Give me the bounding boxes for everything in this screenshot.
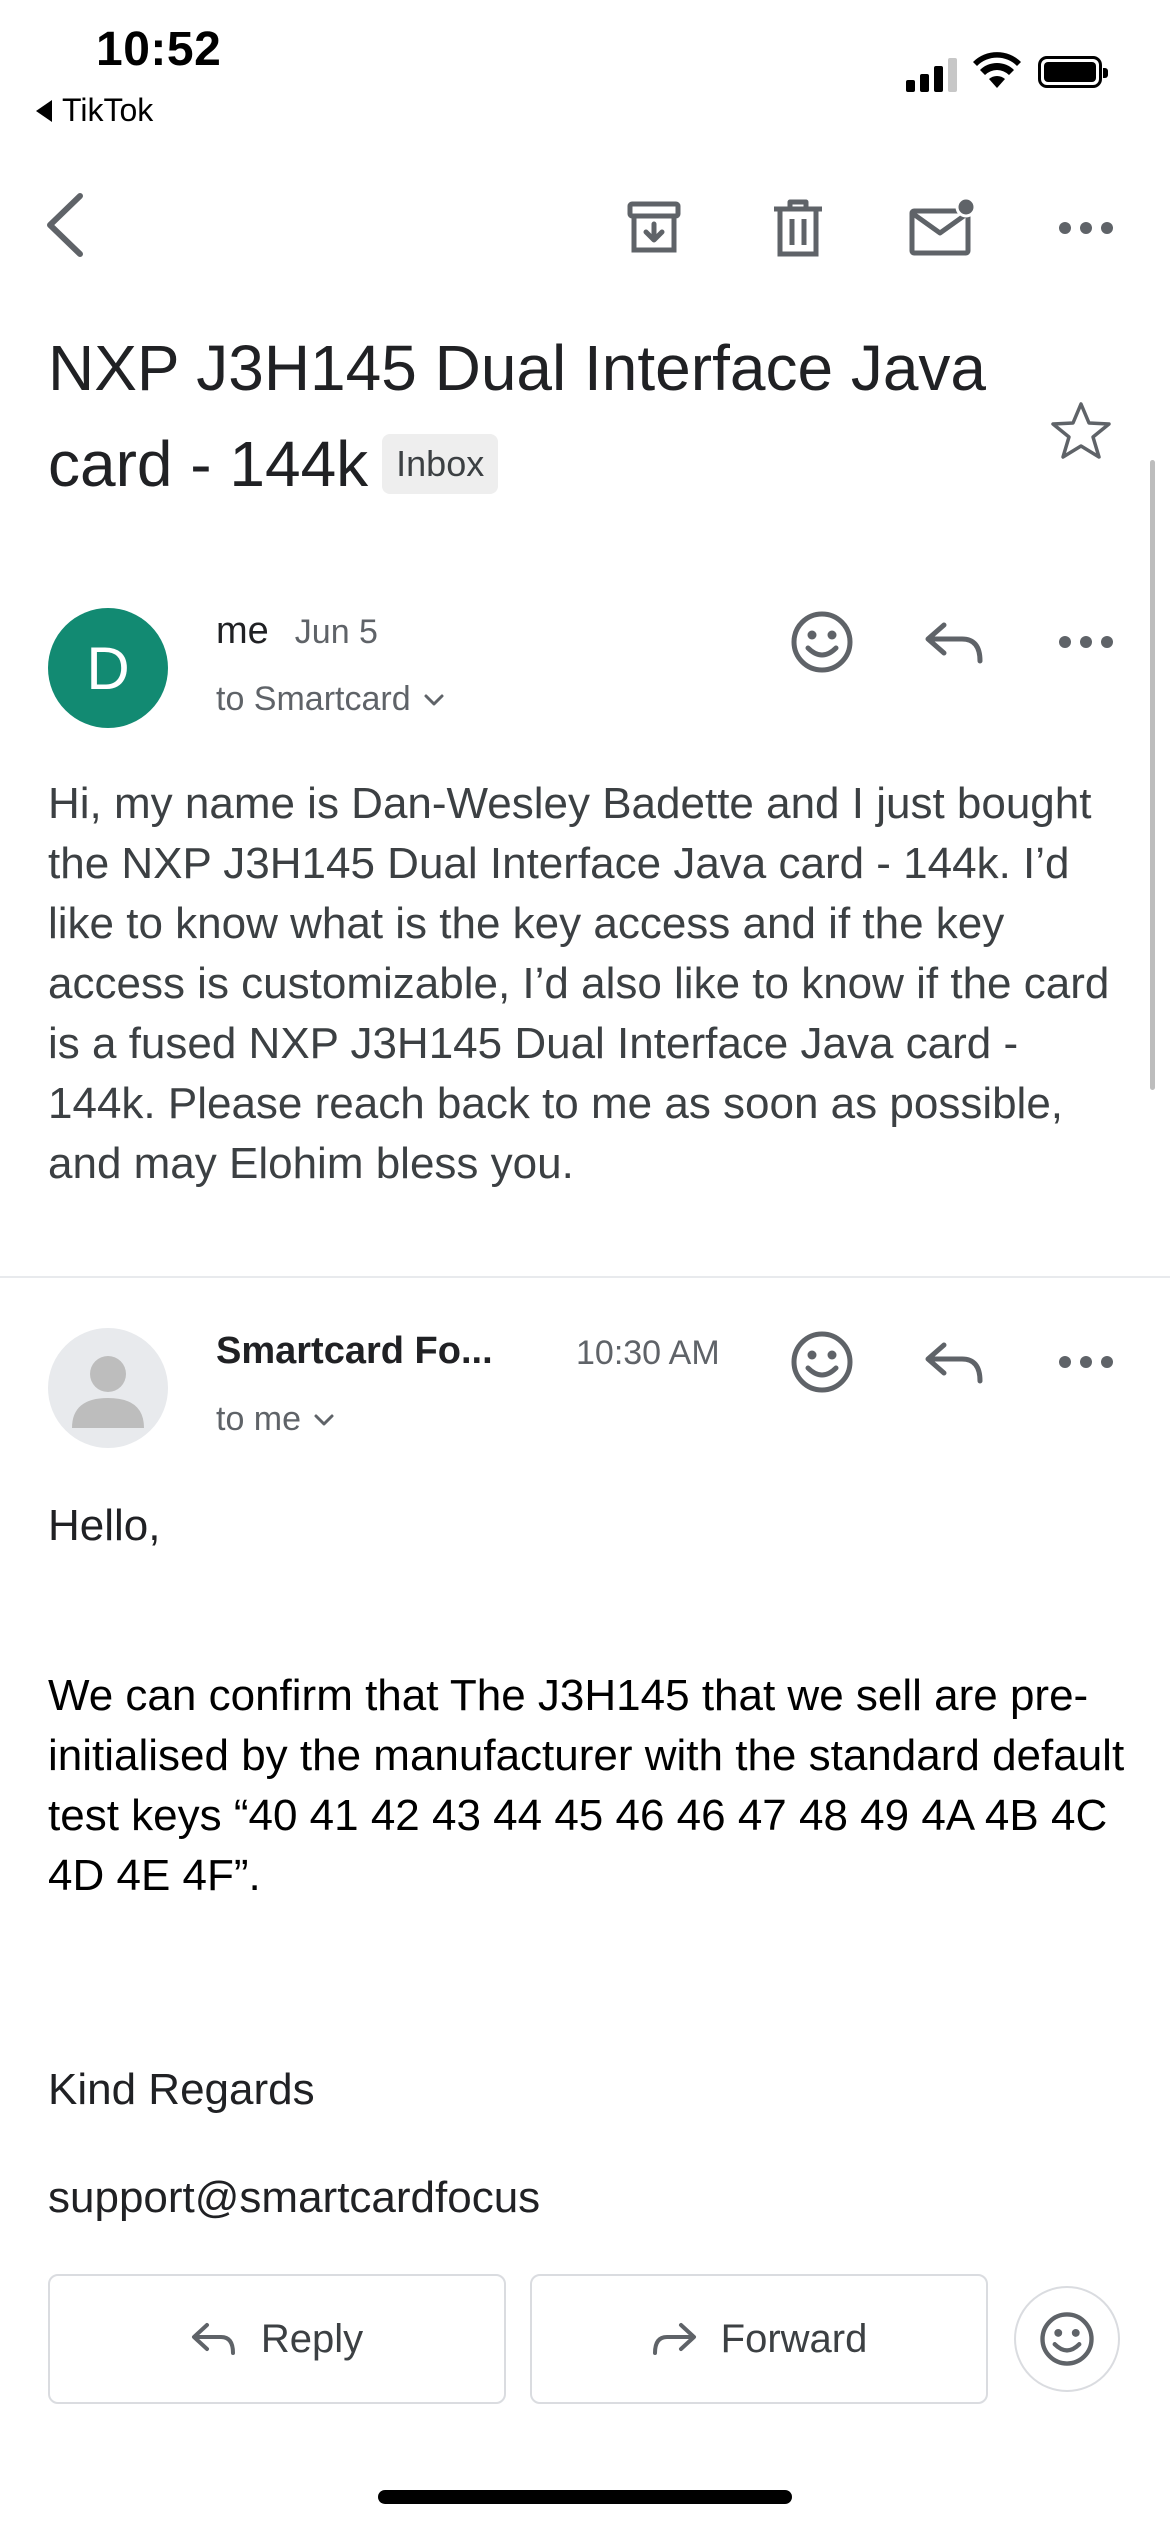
email-subject: NXP J3H145 Dual Interface Java card - 14… [48,320,1008,512]
more-horizontal-icon [1059,636,1113,648]
scrollbar[interactable] [1150,460,1155,1090]
smiley-icon [791,1331,853,1393]
subject-line-1: NXP J3H145 Dual Interface Java [48,332,986,404]
mark-unread-icon [909,197,977,256]
person-placeholder-icon [72,1356,144,1428]
trash-icon [774,199,822,257]
subject-line-2: card - 144k [48,428,369,500]
message-divider [0,1276,1170,1278]
mark-unread-button[interactable] [898,186,988,270]
wifi-icon [973,52,1021,88]
message-more-button[interactable] [1044,1320,1128,1404]
status-time: 10:52 [96,23,222,76]
message-body: Hi, my name is Dan-Wesley Badette and I … [48,779,1110,1188]
react-emoji-button[interactable] [1014,2286,1120,2392]
more-horizontal-icon [1059,222,1113,234]
back-arrow-icon [47,193,83,257]
react-emoji-button[interactable] [780,1320,864,1404]
forward-icon [652,2323,696,2355]
back-to-app-link[interactable]: TikTok [36,92,153,129]
more-horizontal-icon [1059,1356,1113,1368]
message-time: 10:30 AM [576,1334,720,1372]
reply-icon [925,622,983,664]
reply-icon-button[interactable] [912,600,996,684]
message-greeting: Hello, [48,1501,161,1550]
reply-button[interactable]: Reply [48,2274,506,2404]
reply-icon [925,1342,983,1384]
react-emoji-button[interactable] [780,600,864,684]
recipient-label: to me [216,1400,302,1438]
archive-icon [627,201,681,253]
back-button[interactable] [30,180,100,270]
star-button[interactable] [1050,400,1120,470]
message-signature: support@smartcardfocus [48,2173,541,2222]
reply-icon [191,2323,235,2355]
recipient-details-toggle[interactable]: to Smartcard [216,680,445,719]
chevron-down-icon [314,1414,334,1425]
forward-button[interactable]: Forward [530,2274,988,2404]
archive-button[interactable] [612,186,696,270]
more-options-button[interactable] [1046,186,1126,270]
chevron-down-icon [424,694,444,705]
inbox-label-chip[interactable]: Inbox [382,434,499,494]
sender-name: Smartcard Fo... [216,1330,493,1372]
battery-icon [1038,56,1108,88]
message-date: Jun 5 [294,613,378,651]
recipient-label: to Smartcard [216,680,411,718]
back-triangle-icon [36,99,52,122]
delete-button[interactable] [756,186,840,270]
cellular-signal-icon [906,56,957,92]
home-indicator[interactable] [378,2490,792,2504]
back-app-label: TikTok [62,92,154,128]
sender-avatar[interactable] [48,1328,168,1448]
smiley-icon [1040,2312,1094,2366]
reply-icon-button[interactable] [912,1320,996,1404]
message-more-button[interactable] [1044,600,1128,684]
star-icon [1051,402,1111,459]
reply-label: Reply [260,2316,364,2361]
smiley-icon [791,611,853,673]
sender-avatar[interactable]: D [48,608,168,728]
message-body: We can confirm that The J3H145 that we s… [48,1671,1125,1900]
recipient-details-toggle[interactable]: to me [216,1400,335,1439]
forward-label: Forward [720,2316,868,2361]
sender-name: me [216,610,269,652]
message-signoff: Kind Regards [48,2065,315,2114]
